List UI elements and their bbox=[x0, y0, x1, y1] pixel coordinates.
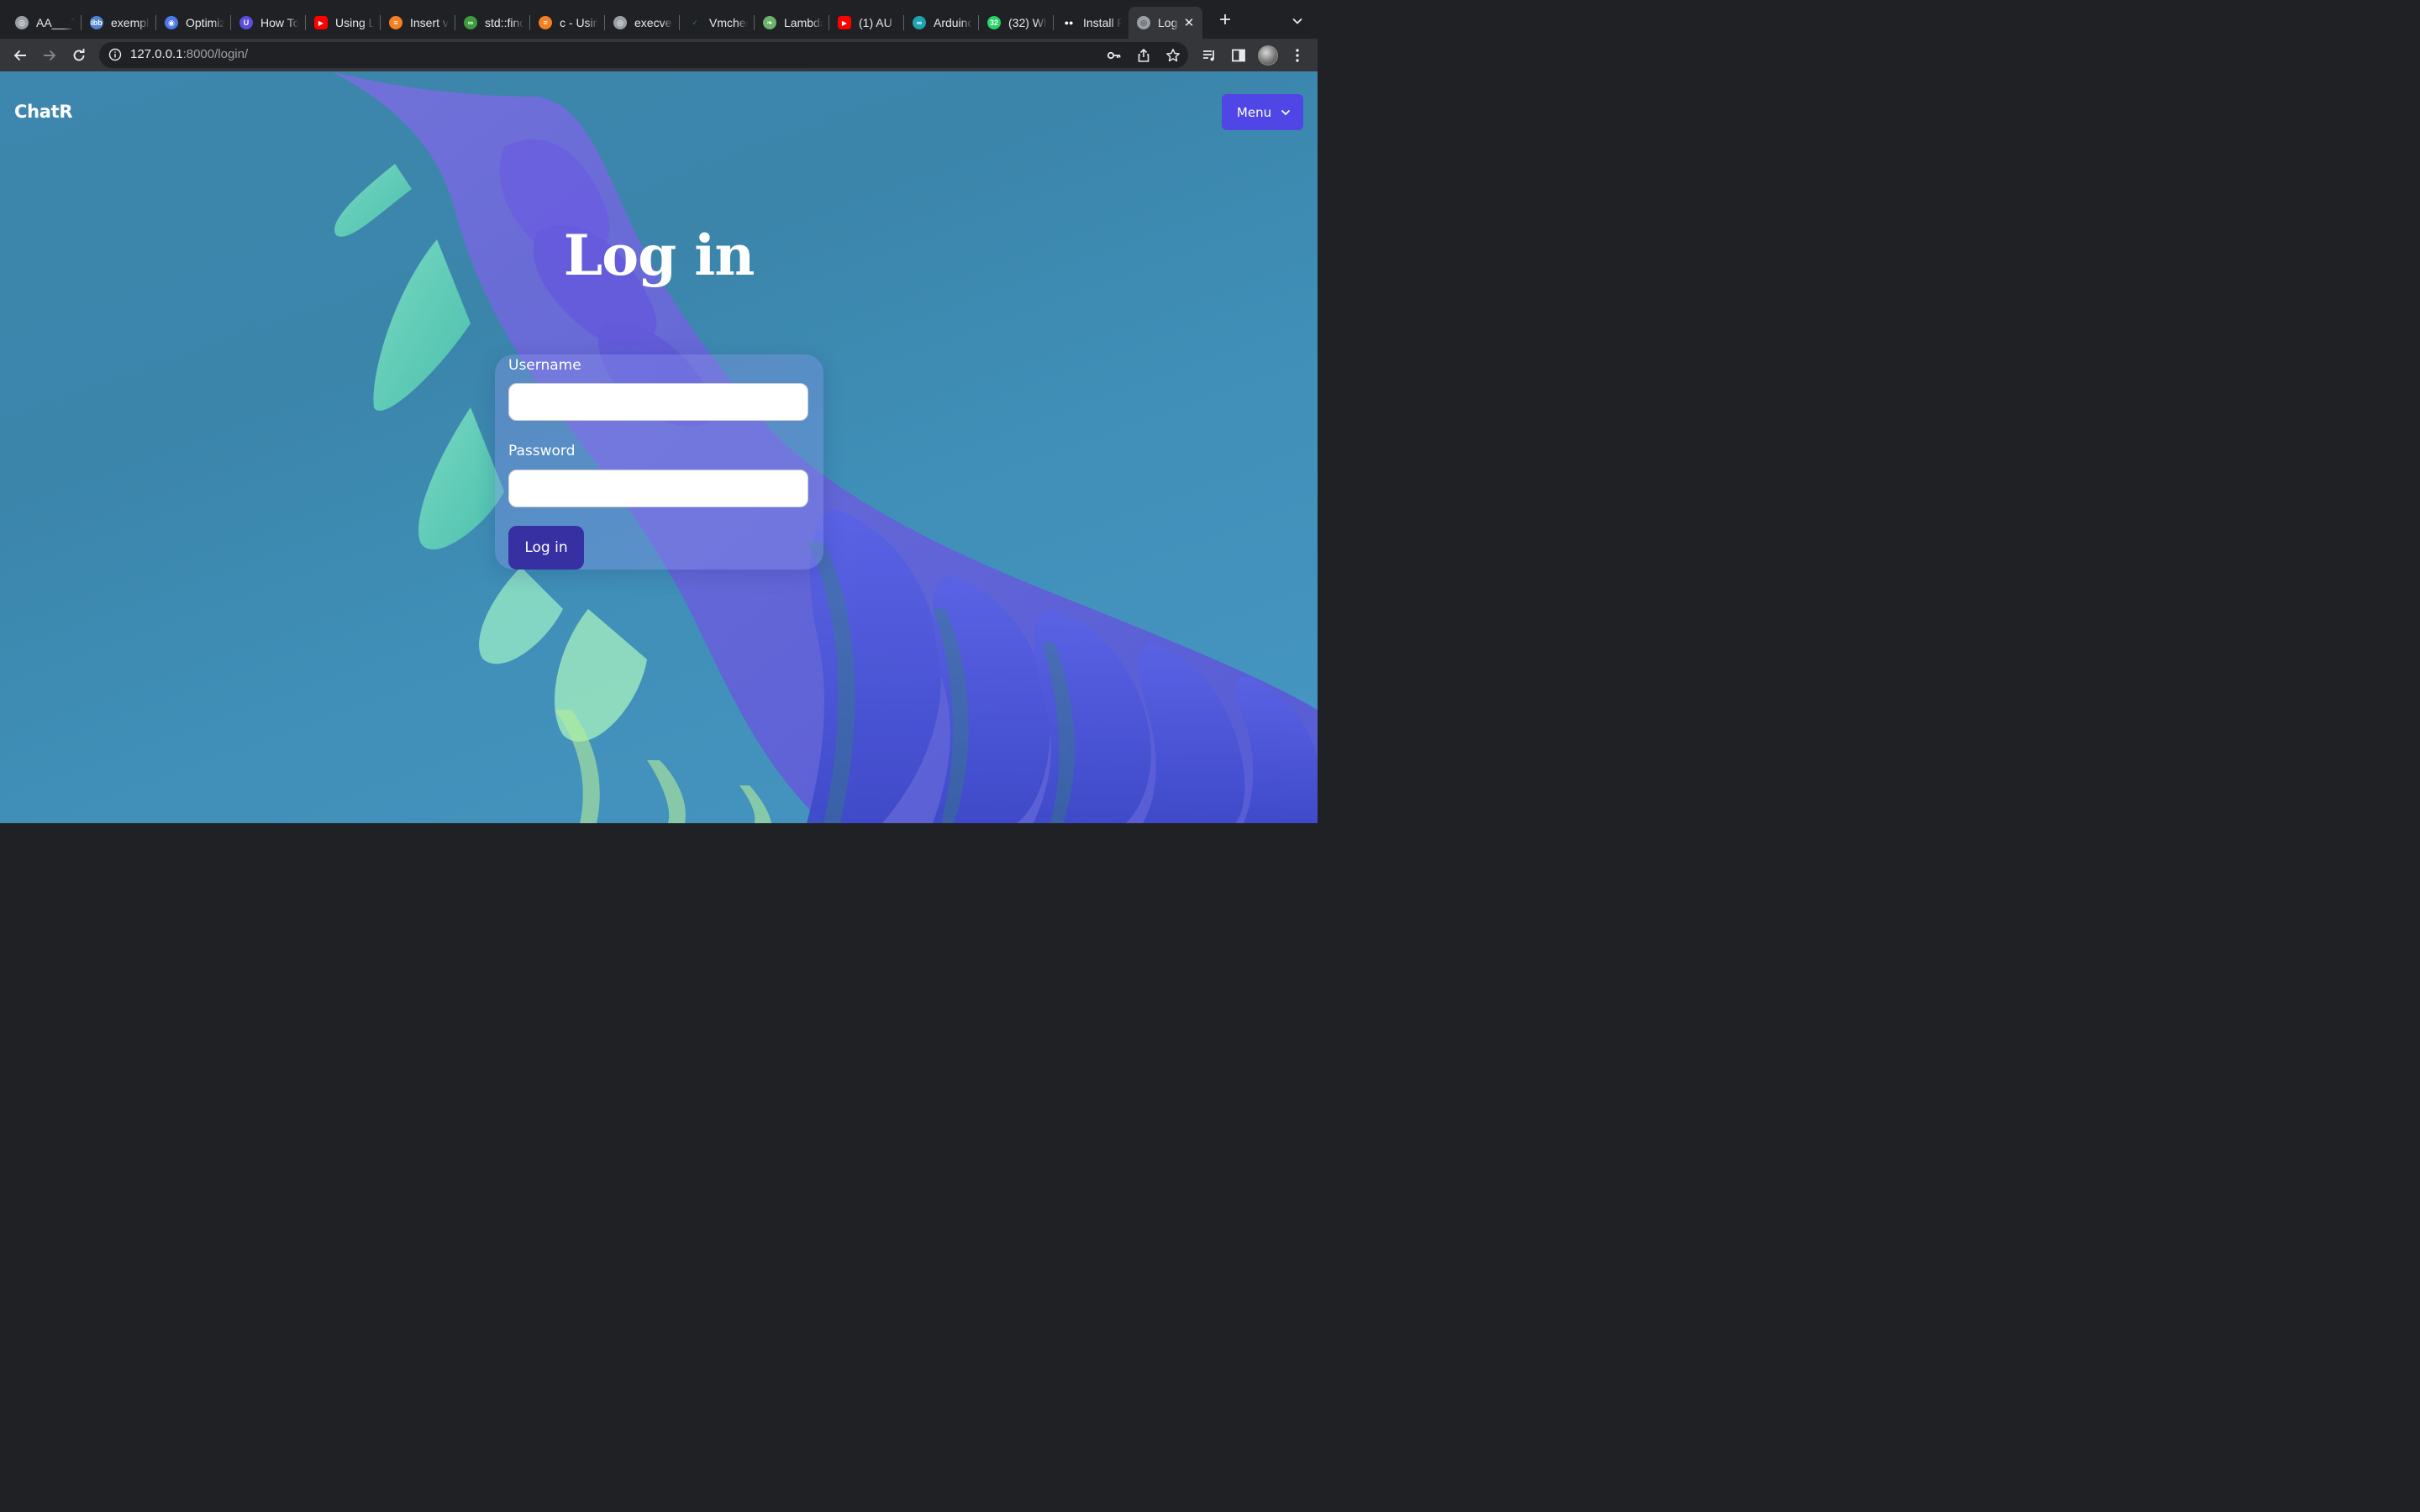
browser-tab[interactable]: ∞ std::find bbox=[455, 7, 530, 39]
tab-title: Lambda bbox=[784, 16, 823, 29]
globe-icon: ◎ bbox=[1137, 16, 1150, 29]
tab-title: (32) Wh bbox=[1008, 16, 1047, 29]
profile-avatar[interactable] bbox=[1258, 45, 1278, 66]
key-icon[interactable] bbox=[1107, 48, 1122, 63]
youtube-icon: ▶ bbox=[314, 16, 328, 29]
menu-button[interactable]: Menu bbox=[1222, 94, 1303, 130]
site-info-icon[interactable] bbox=[108, 48, 122, 61]
reload-icon[interactable] bbox=[68, 45, 90, 66]
tab-title: exempl bbox=[111, 16, 150, 29]
password-field[interactable] bbox=[508, 470, 808, 507]
chevron-down-icon bbox=[1281, 109, 1291, 115]
tab-title: Insert v bbox=[410, 16, 449, 29]
username-field[interactable] bbox=[508, 383, 808, 421]
login-form: Username Password Log in bbox=[495, 354, 823, 570]
page-viewport: ChatR Menu Log in Username Password Log … bbox=[0, 71, 1318, 823]
tab-title: Vmcheck bbox=[709, 16, 748, 29]
browser-tab[interactable]: ❧ Lambda bbox=[755, 7, 829, 39]
browser-tab[interactable]: ≡ c - Usin bbox=[530, 7, 605, 39]
brand-logo[interactable]: ChatR bbox=[14, 102, 73, 122]
forward-arrow-icon[interactable] bbox=[39, 45, 60, 66]
browser-tab[interactable]: ∞ Arduino bbox=[904, 7, 979, 39]
url-host: 127.0.0.1 bbox=[130, 47, 183, 61]
optimize-icon: ◉ bbox=[165, 16, 178, 29]
tab-title: AA___T bbox=[36, 16, 75, 29]
browser-tab[interactable]: ≡ Insert v bbox=[381, 7, 455, 39]
tab-title: Using L bbox=[335, 16, 374, 29]
share-icon[interactable] bbox=[1136, 48, 1151, 63]
browser-toolbar: 127.0.0.1:8000/login/ bbox=[0, 39, 1318, 71]
globe-icon: ◎ bbox=[613, 16, 627, 29]
browser-tab[interactable]: ibb exempl bbox=[82, 7, 156, 39]
tab-title: Optimiz bbox=[186, 16, 224, 29]
check-icon: ✓ bbox=[692, 18, 698, 27]
back-arrow-icon[interactable] bbox=[9, 45, 31, 66]
browser-tab[interactable]: ●● Install F bbox=[1054, 7, 1128, 39]
tab-title: std::find bbox=[485, 16, 523, 29]
password-label: Password bbox=[508, 443, 576, 459]
browser-tab[interactable]: ▶ Using L bbox=[306, 7, 381, 39]
side-panel-icon[interactable] bbox=[1228, 45, 1249, 66]
infinity-icon: ∞ bbox=[913, 16, 926, 29]
whatsapp-icon: 32 bbox=[987, 16, 1001, 29]
tab-title: How To bbox=[260, 16, 299, 29]
tab-search-chevron-icon[interactable] bbox=[1289, 13, 1306, 29]
browser-tab-strip: ◎ AA___T ibb exempl ◉ Optimiz U How To ▶ Using L ≡… bbox=[0, 0, 1318, 39]
tab-title: Arduino bbox=[934, 16, 972, 29]
medium-icon: ●● bbox=[1064, 18, 1074, 27]
browser-tab[interactable]: ◉ Optimiz bbox=[156, 7, 231, 39]
address-bar[interactable]: 127.0.0.1:8000/login/ bbox=[99, 42, 1188, 68]
stackoverflow-icon: ≡ bbox=[539, 16, 552, 29]
globe-icon: ◎ bbox=[15, 16, 29, 29]
page-title: Log in bbox=[563, 223, 755, 288]
tab-title: execve bbox=[634, 16, 672, 29]
url-path: :8000/login/ bbox=[182, 47, 249, 61]
u-logo-icon: U bbox=[239, 16, 253, 29]
reading-list-icon[interactable] bbox=[1198, 45, 1220, 66]
tab-list: ◎ AA___T ibb exempl ◉ Optimiz U How To ▶ Using L ≡… bbox=[7, 7, 1202, 39]
tab-title: (1) AU bbox=[859, 16, 892, 29]
browser-tab-active[interactable]: ◎ Log ✕ bbox=[1128, 7, 1202, 39]
menu-button-label: Menu bbox=[1236, 104, 1272, 120]
login-submit-button[interactable]: Log in bbox=[508, 526, 584, 570]
ibb-icon: ibb bbox=[90, 16, 103, 29]
browser-tab[interactable]: ✓ Vmcheck bbox=[680, 7, 755, 39]
browser-tab[interactable]: 32 (32) Wh bbox=[979, 7, 1054, 39]
username-label: Username bbox=[508, 357, 581, 374]
tab-title: c - Usin bbox=[560, 16, 598, 29]
new-tab-button[interactable]: + bbox=[1215, 10, 1235, 31]
browser-tab[interactable]: ◎ AA___T bbox=[7, 7, 82, 39]
more-options-icon[interactable] bbox=[1286, 45, 1308, 66]
bookmark-star-icon[interactable] bbox=[1165, 48, 1181, 63]
stackoverflow-icon: ≡ bbox=[389, 16, 402, 29]
browser-tab[interactable]: ▶ (1) AU bbox=[829, 7, 904, 39]
youtube-icon: ▶ bbox=[838, 16, 851, 29]
tab-title: Log bbox=[1158, 16, 1178, 29]
browser-tab[interactable]: ◎ execve bbox=[605, 7, 680, 39]
leaf-icon: ❧ bbox=[763, 16, 776, 29]
browser-tab[interactable]: U How To bbox=[231, 7, 306, 39]
close-tab-icon[interactable]: ✕ bbox=[1182, 16, 1196, 30]
glasses-icon: ∞ bbox=[464, 16, 477, 29]
url-text: 127.0.0.1:8000/login/ bbox=[130, 47, 248, 61]
tab-title: Install F bbox=[1083, 16, 1122, 29]
